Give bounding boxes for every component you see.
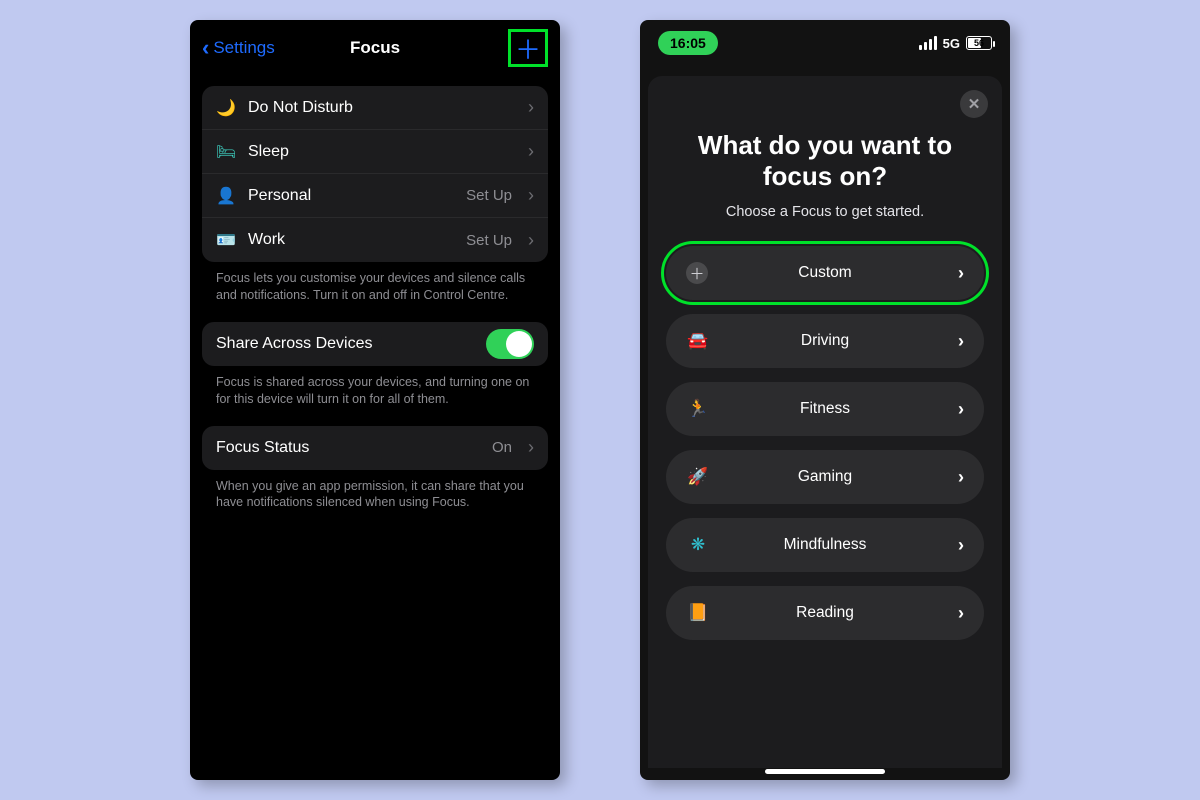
mode-label: Work <box>248 231 454 249</box>
badge-icon: 🪪 <box>216 230 236 250</box>
mindfulness-icon: ❋ <box>686 533 710 557</box>
option-label: Mindfulness <box>784 536 867 554</box>
option-label: Custom <box>798 264 851 282</box>
status-right: 5G 56 <box>919 36 992 51</box>
share-footer: Focus is shared across your devices, and… <box>198 366 552 408</box>
person-icon: 👤 <box>216 186 236 206</box>
focus-option-driving[interactable]: 🚘 Driving › <box>666 314 984 368</box>
focus-options: ＋ Custom › 🚘 Driving › 🏃 Fitness › 🚀 Gam… <box>666 246 984 640</box>
network-label: 5G <box>943 36 960 51</box>
chevron-left-icon: ‹ <box>202 35 209 61</box>
battery-icon: 56 <box>966 36 992 50</box>
close-button[interactable]: ✕ <box>960 90 988 118</box>
chevron-right-icon: › <box>528 230 534 251</box>
focus-modes-group: 🌙 Do Not Disturb › 🛏 Sleep › 👤 Personal … <box>202 86 548 262</box>
chevron-right-icon: › <box>958 603 964 624</box>
share-label: Share Across Devices <box>216 335 474 353</box>
signal-icon <box>919 36 937 50</box>
mode-label: Personal <box>248 187 454 205</box>
focus-option-reading[interactable]: 📙 Reading › <box>666 586 984 640</box>
status-bar: 16:05 5G 56 <box>648 28 1002 58</box>
home-indicator[interactable] <box>765 769 885 774</box>
chevron-right-icon: › <box>528 437 534 458</box>
nav-bar: ‹ Settings Focus ＋ <box>198 28 552 68</box>
book-icon: 📙 <box>686 601 710 625</box>
option-label: Fitness <box>800 400 850 418</box>
focus-mode-do-not-disturb[interactable]: 🌙 Do Not Disturb › <box>202 86 548 130</box>
sheet-subtitle: Choose a Focus to get started. <box>666 204 984 220</box>
mode-detail: Set Up <box>466 187 512 204</box>
chevron-right-icon: › <box>528 141 534 162</box>
chevron-right-icon: › <box>528 185 534 206</box>
focus-mode-work[interactable]: 🪪 Work Set Up › <box>202 218 548 262</box>
sheet-title: What do you want to focus on? <box>666 130 984 192</box>
focus-status-group: Focus Status On › <box>202 426 548 470</box>
focus-status-value: On <box>492 439 512 456</box>
chevron-right-icon: › <box>958 535 964 556</box>
close-icon: ✕ <box>968 95 981 113</box>
page-title: Focus <box>350 38 400 58</box>
option-label: Reading <box>796 604 854 622</box>
car-icon: 🚘 <box>686 329 710 353</box>
focus-mode-personal[interactable]: 👤 Personal Set Up › <box>202 174 548 218</box>
time-pill: 16:05 <box>658 31 718 55</box>
share-across-devices-row: Share Across Devices <box>202 322 548 366</box>
share-toggle[interactable] <box>486 329 534 359</box>
focus-status-row[interactable]: Focus Status On › <box>202 426 548 470</box>
chevron-right-icon: › <box>958 399 964 420</box>
mode-detail: Set Up <box>466 232 512 249</box>
chevron-right-icon: › <box>958 263 964 284</box>
status-footer: When you give an app permission, it can … <box>198 470 552 512</box>
focus-option-fitness[interactable]: 🏃 Fitness › <box>666 382 984 436</box>
battery-percent: 56 <box>974 38 984 48</box>
focus-picker-screen: 16:05 5G 56 ✕ What do you want to focus … <box>640 20 1010 780</box>
back-button[interactable]: ‹ Settings <box>202 35 275 61</box>
option-label: Gaming <box>798 468 852 486</box>
option-label: Driving <box>801 332 849 350</box>
plus-circle-icon: ＋ <box>686 262 708 284</box>
back-label: Settings <box>213 38 274 58</box>
mode-label: Sleep <box>248 143 516 161</box>
plus-icon: ＋ <box>515 30 541 67</box>
focus-status-label: Focus Status <box>216 439 480 457</box>
focus-option-gaming[interactable]: 🚀 Gaming › <box>666 450 984 504</box>
bed-icon: 🛏 <box>216 142 236 162</box>
focus-picker-sheet: ✕ What do you want to focus on? Choose a… <box>648 76 1002 768</box>
focus-option-custom[interactable]: ＋ Custom › <box>666 246 984 300</box>
focus-mode-sleep[interactable]: 🛏 Sleep › <box>202 130 548 174</box>
running-icon: 🏃 <box>686 397 710 421</box>
add-focus-button[interactable]: ＋ <box>508 29 548 67</box>
chevron-right-icon: › <box>958 331 964 352</box>
chevron-right-icon: › <box>958 467 964 488</box>
chevron-right-icon: › <box>528 97 534 118</box>
share-group: Share Across Devices <box>202 322 548 366</box>
mode-label: Do Not Disturb <box>248 99 516 117</box>
rocket-icon: 🚀 <box>686 465 710 489</box>
focus-settings-screen: ‹ Settings Focus ＋ 🌙 Do Not Disturb › 🛏 … <box>190 20 560 780</box>
focus-option-mindfulness[interactable]: ❋ Mindfulness › <box>666 518 984 572</box>
modes-footer: Focus lets you customise your devices an… <box>198 262 552 304</box>
moon-icon: 🌙 <box>216 98 236 118</box>
